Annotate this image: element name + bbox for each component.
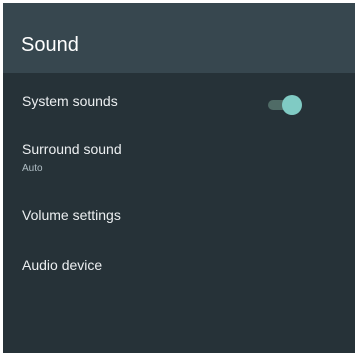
setting-label: Surround sound xyxy=(22,141,122,157)
setting-item-audio-device[interactable]: Audio device xyxy=(3,249,355,285)
setting-item-volume-settings[interactable]: Volume settings xyxy=(3,199,355,235)
setting-value: Auto xyxy=(22,163,43,174)
setting-label: Audio device xyxy=(22,257,103,273)
header-bar: Sound xyxy=(3,3,355,73)
page-title: Sound xyxy=(21,34,79,56)
setting-label: Volume settings xyxy=(22,207,121,223)
sound-settings-panel: Sound System sounds Surround sound Auto … xyxy=(3,3,355,353)
system-sounds-toggle[interactable] xyxy=(268,95,304,115)
toggle-thumb xyxy=(282,95,302,115)
setting-item-system-sounds[interactable]: System sounds xyxy=(3,83,355,123)
setting-label: System sounds xyxy=(22,93,118,109)
setting-item-surround-sound[interactable]: Surround sound Auto xyxy=(3,135,355,183)
